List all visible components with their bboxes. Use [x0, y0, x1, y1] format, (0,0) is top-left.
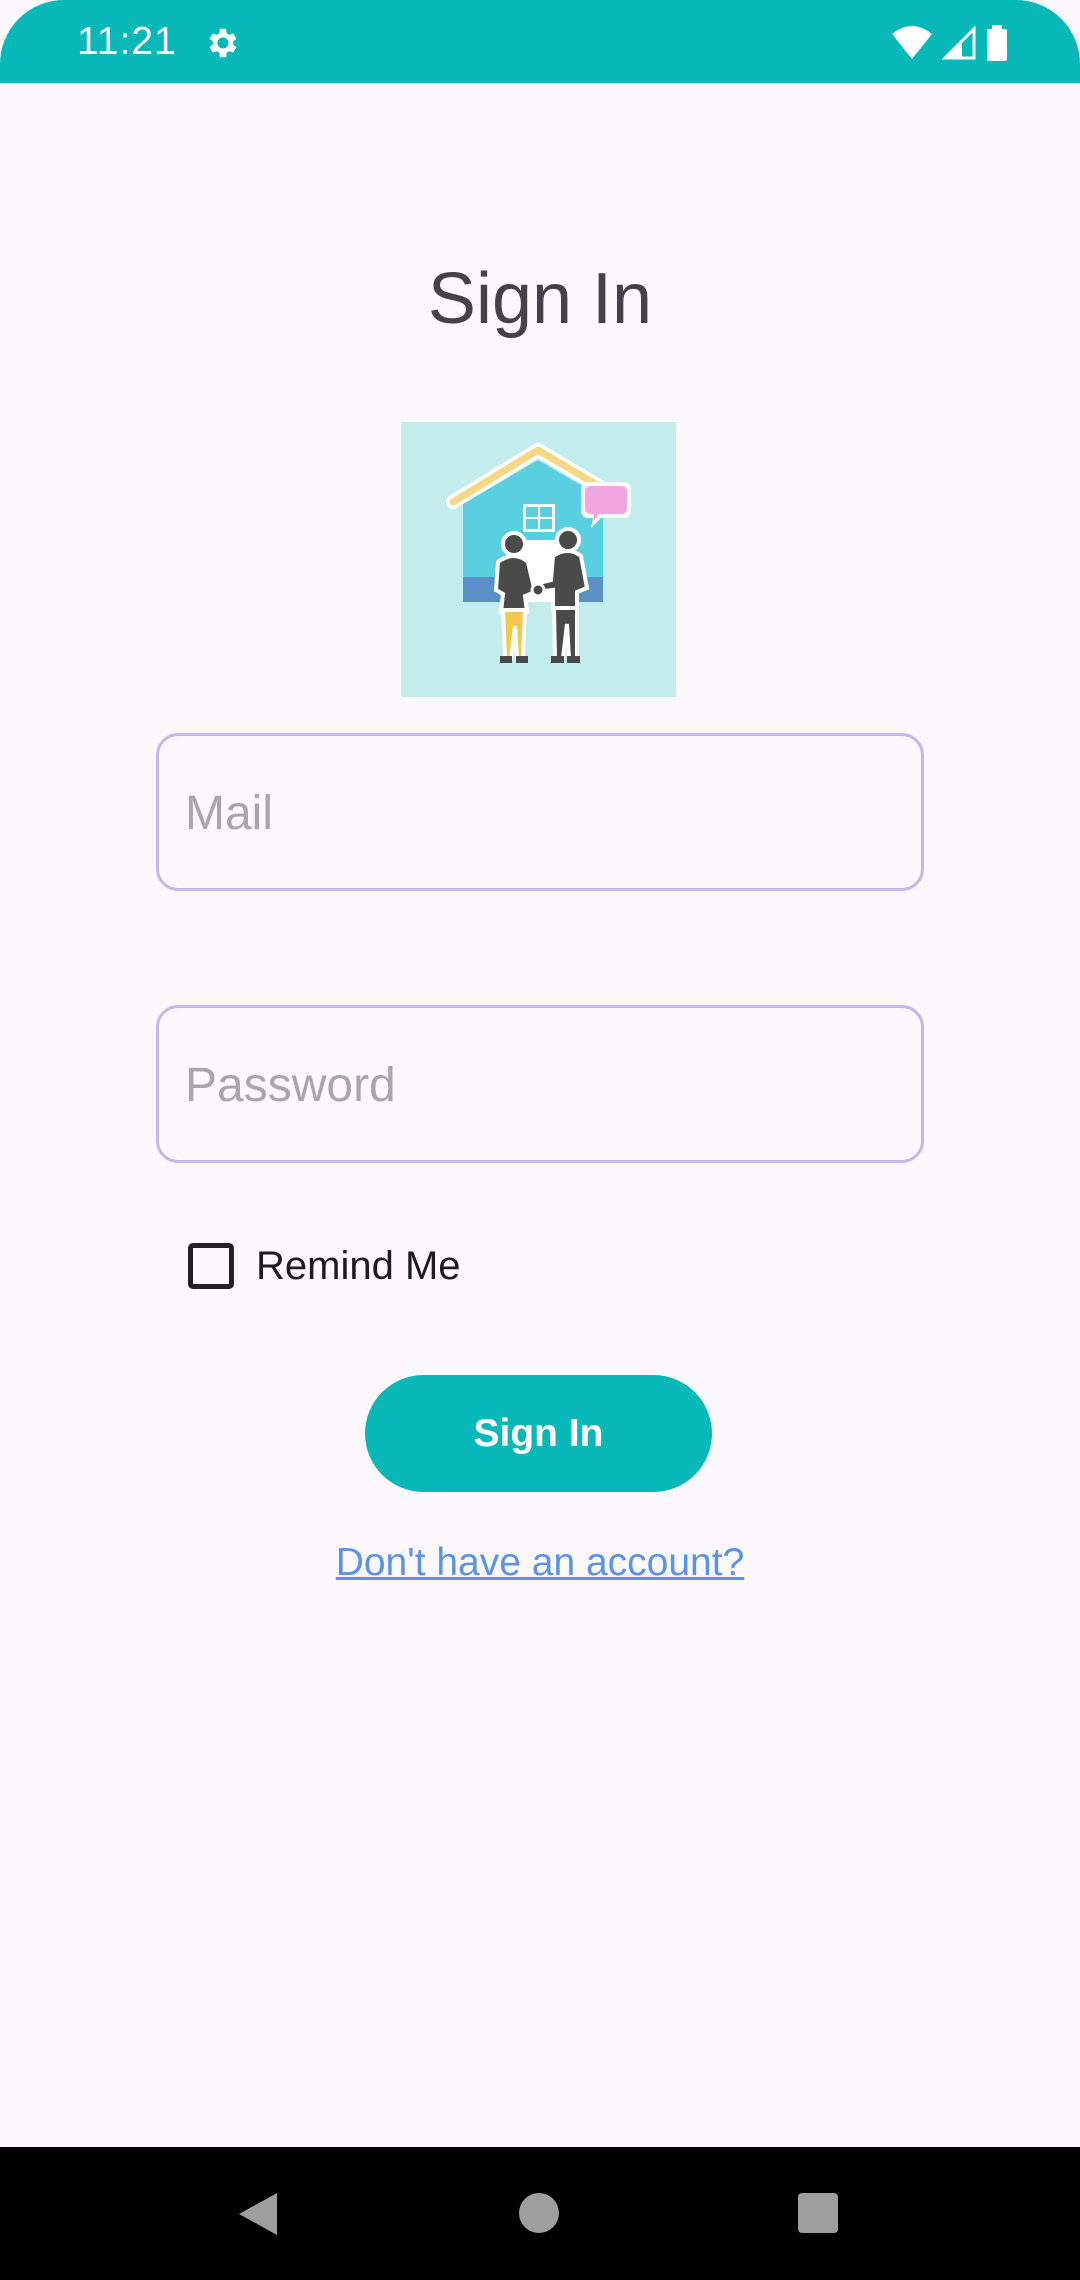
signal-icon [942, 26, 976, 60]
status-bar: 11:21 [0, 0, 1080, 83]
navigation-bar [0, 2147, 1080, 2280]
password-field[interactable] [156, 1005, 924, 1163]
home-icon[interactable] [519, 2193, 559, 2233]
status-time: 11:21 [77, 20, 177, 63]
battery-icon [987, 25, 1007, 61]
back-icon[interactable] [237, 2191, 279, 2237]
remind-me-row[interactable]: Remind Me [188, 1240, 461, 1292]
logo-illustration [446, 443, 631, 663]
password-input[interactable] [183, 1008, 907, 1162]
remind-me-label[interactable]: Remind Me [256, 1244, 461, 1289]
page-title: Sign In [427, 259, 653, 339]
create-account-link[interactable]: Don't have an account? [0, 1541, 1080, 1585]
recents-icon[interactable] [798, 2193, 838, 2233]
house-handshake-logo [401, 422, 676, 697]
app-screen: 11:21 Sign In Mail Remind Me Sign In Don… [0, 0, 1080, 2280]
gear-icon [209, 28, 237, 58]
remind-me-checkbox[interactable] [188, 1243, 234, 1289]
email-input[interactable] [183, 736, 907, 890]
email-field[interactable] [156, 733, 924, 891]
status-icons [892, 24, 1008, 62]
sign-in-button[interactable]: Sign In [365, 1375, 712, 1492]
wifi-icon [892, 26, 932, 59]
